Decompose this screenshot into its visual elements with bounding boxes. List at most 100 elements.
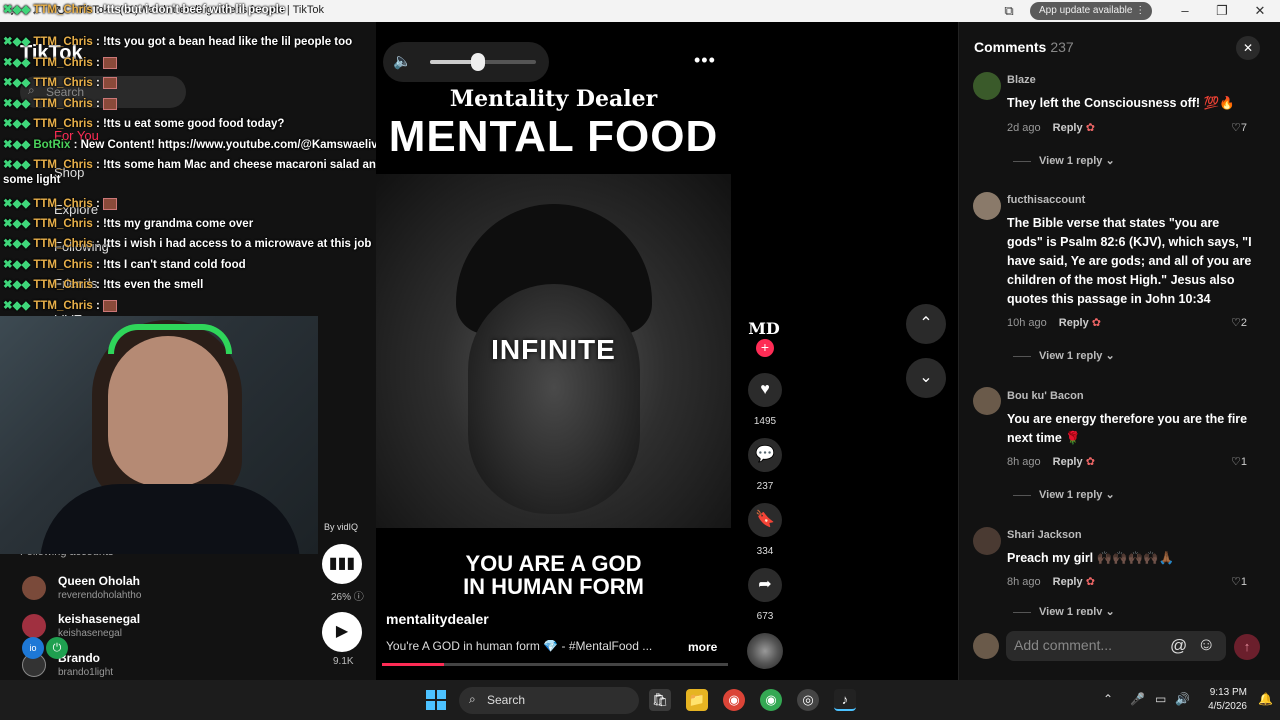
comment-author[interactable]: fucthisaccount — [1007, 194, 1085, 206]
video-subject-face — [468, 284, 640, 514]
gift-icon[interactable]: ✿ — [1092, 317, 1101, 329]
video-caption: YOU ARE A GOD IN HUMAN FORM — [376, 552, 731, 598]
avatar[interactable] — [973, 72, 1001, 100]
maximize-icon[interactable]: ❐ — [1213, 2, 1231, 20]
play-button[interactable]: ▶ — [322, 612, 362, 652]
microphone-icon[interactable]: 🎤 — [1130, 692, 1145, 706]
comment-meta: 2d ago Reply ✿ — [1007, 121, 1095, 134]
mention-icon[interactable]: @ — [1170, 636, 1187, 656]
speaker-icon[interactable]: 🔊 — [1175, 692, 1190, 706]
share-icon: ➦ — [758, 576, 772, 593]
video-progress-fill — [382, 663, 445, 666]
chrome-profile-icon[interactable]: ◉ — [760, 689, 782, 711]
reply-button[interactable]: Reply — [1053, 576, 1083, 588]
send-button[interactable]: ↑ — [1234, 634, 1260, 660]
widget-icon[interactable]: io — [22, 637, 44, 659]
close-comments-icon[interactable]: ✕ — [1236, 36, 1260, 60]
comments-title: Comments — [974, 39, 1047, 55]
reply-button[interactable]: Reply — [1053, 456, 1083, 468]
comment-author[interactable]: Shari Jackson — [1007, 529, 1082, 541]
tiktok-taskbar-icon[interactable]: ♪ — [834, 689, 856, 711]
chat-message: ✖◆◆ TTM_Chris : !tts u eat some good food… — [3, 116, 284, 130]
chat-emote-icon — [102, 97, 117, 110]
view-replies-button[interactable]: View 1 reply ⌄ — [1013, 488, 1115, 501]
avatar[interactable] — [973, 527, 1001, 555]
chat-text: : !tts my grandma come over — [95, 218, 254, 230]
minimize-icon[interactable]: – — [1176, 2, 1194, 20]
power-icon[interactable]: ⏻ — [46, 637, 68, 659]
store-icon[interactable]: 🛍 — [649, 689, 671, 711]
app-update-button[interactable]: App update available ⋮ — [1030, 2, 1152, 20]
like-button[interactable]: ♥ — [748, 373, 782, 407]
chat-message: ✖◆◆ TTM_Chris : — [3, 75, 117, 89]
view-replies-button[interactable]: View 1 reply ⌄ — [1013, 349, 1115, 362]
chat-message: ✖◆◆ TTM_Chris : !tts some ham Mac and che… — [3, 157, 407, 171]
more-link[interactable]: more — [688, 640, 717, 654]
taskbar — [0, 680, 1280, 720]
follow-plus-icon[interactable]: + — [756, 339, 774, 357]
comment-like[interactable]: ♡1 — [1231, 455, 1247, 468]
gift-icon[interactable]: ✿ — [1086, 576, 1095, 588]
volume-icon[interactable]: 🔈 — [393, 52, 412, 70]
chrome-icon[interactable]: ◉ — [723, 689, 745, 711]
reply-button[interactable]: Reply — [1059, 317, 1089, 329]
next-video-button[interactable]: ⌄ — [906, 358, 946, 398]
chat-badges-icon: ✖◆◆ — [3, 77, 31, 89]
taskbar-search[interactable]: ⌕ Search — [459, 687, 639, 714]
comment-author[interactable]: Bou ku' Bacon — [1007, 390, 1084, 402]
notification-icon[interactable]: 🔔 — [1258, 692, 1273, 706]
windows-start-icon[interactable] — [426, 690, 446, 710]
emoji-icon[interactable]: ☺ — [1197, 634, 1215, 655]
gift-icon[interactable]: ✿ — [1086, 122, 1095, 134]
chat-message: ✖◆◆ TTM_Chris : !tts you got a bean head … — [3, 34, 352, 48]
extensions-icon[interactable]: ⧉ — [1000, 2, 1018, 20]
avatar — [22, 614, 46, 638]
view-replies-button[interactable]: View 1 reply ⌄ — [1013, 154, 1115, 167]
app-update-label: App update available — [1039, 5, 1133, 16]
chat-text: : — [95, 300, 100, 312]
account-name: Queen Oholah — [58, 574, 141, 588]
gift-icon[interactable]: ✿ — [1086, 456, 1095, 468]
more-options-icon[interactable]: ••• — [694, 50, 716, 71]
chat-badges-icon: ✖◆◆ — [3, 57, 31, 69]
comment-author[interactable]: Blaze — [1007, 74, 1036, 86]
chat-message: ✖◆◆ TTM_Chris : !tts but i don't beef wit… — [3, 2, 285, 16]
chat-username: TTM_Chris — [33, 159, 93, 171]
video-author[interactable]: mentalitydealer — [386, 611, 489, 627]
chat-emote-icon — [102, 299, 117, 312]
comment-input[interactable]: Add comment... — [1006, 631, 1226, 661]
like-count: 1495 — [753, 416, 777, 427]
music-disc[interactable] — [747, 633, 783, 669]
webcam-shirt — [40, 484, 300, 554]
avatar[interactable] — [973, 192, 1001, 220]
volume-slider-knob[interactable] — [470, 53, 485, 71]
following-account[interactable]: Queen Oholah reverendoholahtho — [20, 572, 320, 608]
avatar[interactable] — [973, 387, 1001, 415]
chat-badges-icon: ✖◆◆ — [3, 198, 31, 210]
comment-like[interactable]: ♡1 — [1231, 575, 1247, 588]
like-count: 1 — [1240, 456, 1247, 468]
share-button[interactable]: ➦ — [748, 568, 782, 602]
view-replies-button[interactable]: View 1 reply ⌄ — [1013, 605, 1115, 615]
tray-chevron-icon[interactable]: ⌃ — [1103, 692, 1113, 706]
file-explorer-icon[interactable]: 📁 — [686, 689, 708, 711]
vidiq-stats-button[interactable]: ▮▮▮ — [322, 544, 362, 584]
comments-header: Comments 237 — [974, 39, 1074, 55]
account-handle: reverendoholahtho — [58, 590, 142, 601]
chat-message: ✖◆◆ BotRix : New Content! https://www.you… — [3, 137, 384, 151]
obs-icon[interactable]: ◎ — [797, 689, 819, 711]
chat-username: TTM_Chris — [33, 98, 93, 110]
webcam-feed — [0, 316, 318, 554]
bookmark-icon: 🔖 — [755, 511, 775, 528]
comment-button[interactable]: 💬 — [748, 438, 782, 472]
save-count: 334 — [756, 546, 774, 557]
display-icon[interactable]: ▭ — [1155, 692, 1166, 706]
comment-like[interactable]: ♡7 — [1231, 121, 1247, 134]
info-icon[interactable]: ⓘ — [354, 592, 364, 603]
reply-button[interactable]: Reply — [1053, 122, 1083, 134]
taskbar-clock[interactable]: 9:13 PM 4/5/2026 — [1197, 686, 1247, 714]
save-button[interactable]: 🔖 — [748, 503, 782, 537]
close-window-icon[interactable]: ✕ — [1251, 2, 1269, 20]
previous-video-button[interactable]: ⌃ — [906, 304, 946, 344]
comment-like[interactable]: ♡2 — [1231, 316, 1247, 329]
